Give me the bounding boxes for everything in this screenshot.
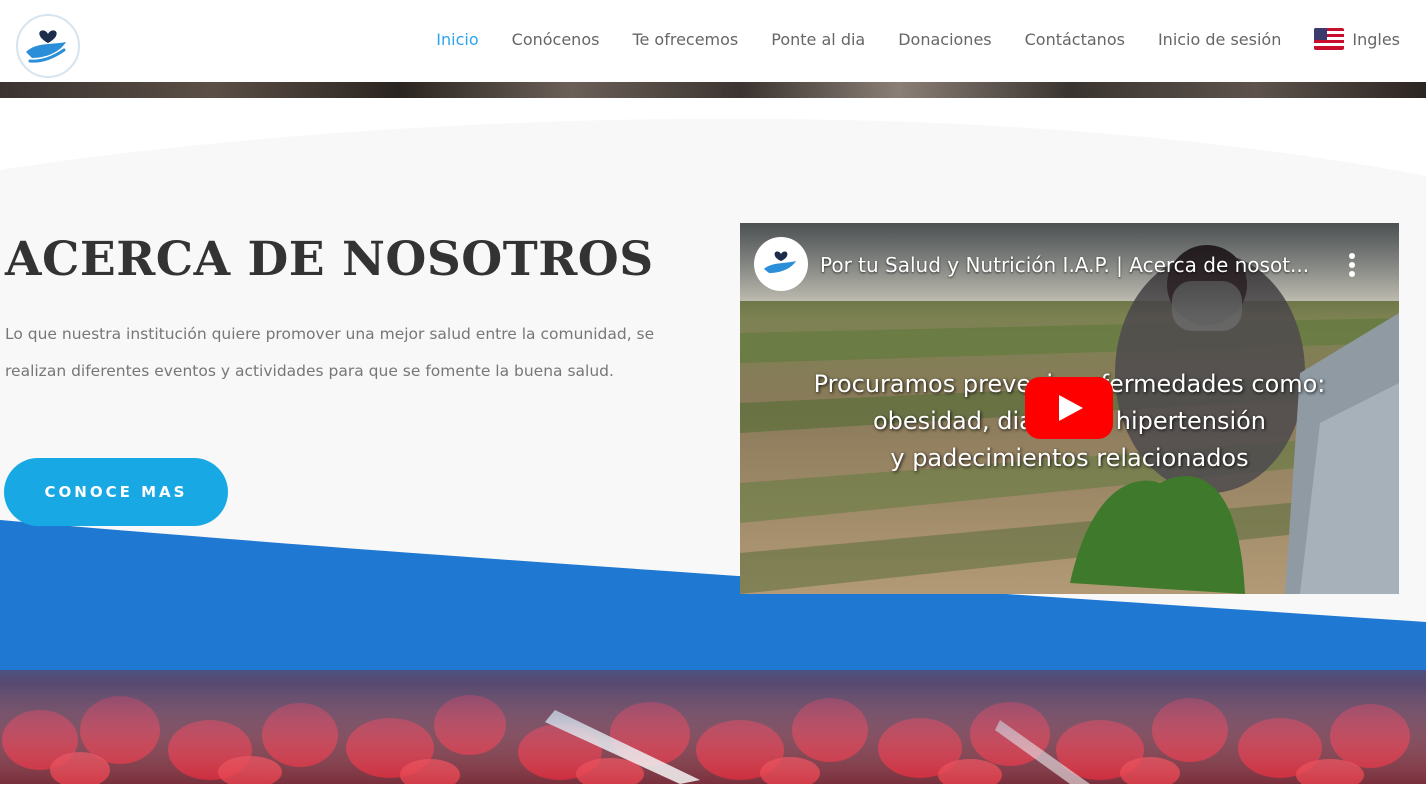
nav-item-te-ofrecemos[interactable]: Te ofrecemos [632,30,738,49]
nav-item-conocenos[interactable]: Conócenos [512,30,600,49]
section-top-curve [0,98,1426,176]
nav-item-contactanos[interactable]: Contáctanos [1025,30,1125,49]
us-flag-icon [1314,28,1345,50]
nav-item-donaciones[interactable]: Donaciones [898,30,991,49]
channel-logo[interactable] [754,237,808,291]
nav-item-ponte-al-dia[interactable]: Ponte al dia [771,30,865,49]
page-bottom-edge [0,784,1426,792]
video-player[interactable]: Por tu Salud y Nutrición I.A.P. | Acerca… [740,223,1399,594]
nav-item-inicio-de-sesion[interactable]: Inicio de sesión [1158,30,1281,49]
play-icon[interactable] [1025,377,1113,439]
conoce-mas-button[interactable]: CONOCE MAS [4,458,228,526]
header-image-strip [0,82,1426,98]
language-switcher[interactable]: Ingles [1314,28,1400,50]
about-title: ACERCA DE NOSOTROS [5,232,654,287]
kebab-menu-icon[interactable] [1338,249,1366,281]
logo[interactable] [12,12,84,78]
about-description: Lo que nuestra institución quiere promov… [5,325,655,380]
video-caption-line: y padecimientos relacionados [890,444,1249,472]
nav-item-inicio[interactable]: Inicio [436,30,478,49]
site-header: Inicio Conócenos Te ofrecemos Ponte al d… [0,0,1426,82]
video-title[interactable]: Por tu Salud y Nutrición I.A.P. | Acerca… [820,253,1309,277]
language-label: Ingles [1352,29,1400,49]
main-nav: Inicio Conócenos Te ofrecemos Ponte al d… [436,28,1400,50]
